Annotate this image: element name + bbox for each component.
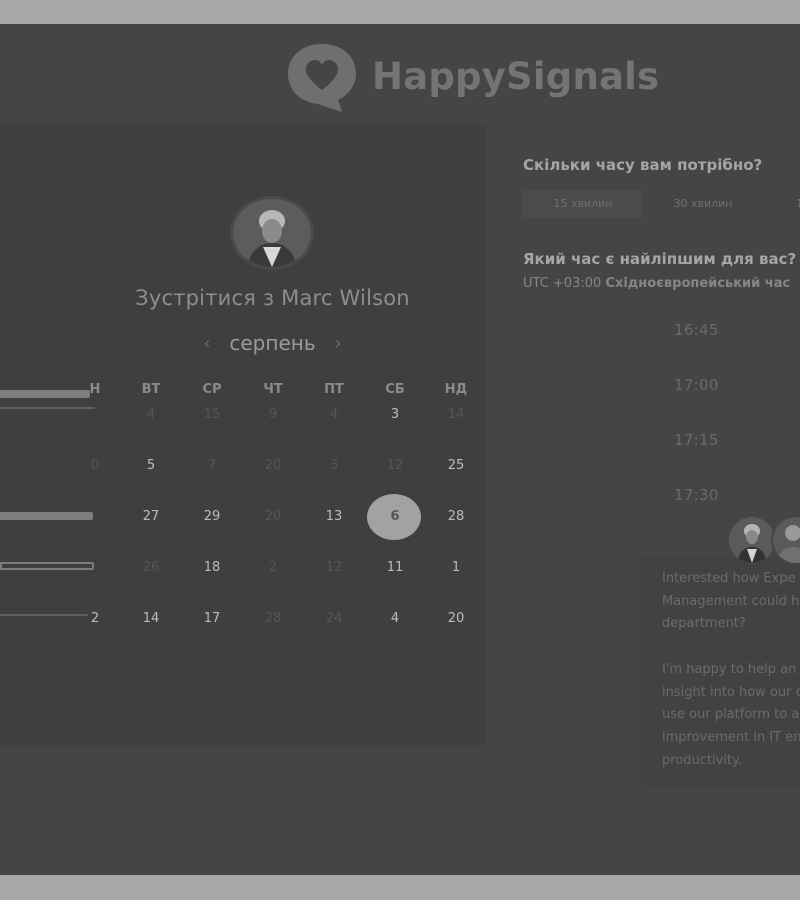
month-label: серпень — [229, 331, 316, 355]
calendar-day[interactable]: 5 — [131, 458, 171, 473]
chevron-right-icon[interactable]: › — [331, 333, 345, 354]
chevron-left-icon[interactable]: ‹ — [200, 333, 214, 354]
calendar-day: 12 — [325, 560, 343, 575]
time-slot[interactable]: 17:30 — [674, 486, 719, 504]
calendar-day: 3 — [329, 458, 339, 473]
calendar-day: 28 — [264, 611, 282, 626]
duration-option-30[interactable]: 30 хвилин — [643, 190, 763, 218]
calendar-day: 7 — [207, 458, 217, 473]
calendar-day: 2 — [268, 560, 278, 575]
redaction-bar — [0, 562, 94, 570]
calendar-day[interactable]: 13 — [314, 509, 354, 524]
calendar-day: 0 — [90, 458, 100, 473]
time-question: Який час є найліпшим для вас? — [523, 250, 797, 268]
calendar-day[interactable]: 25 — [436, 458, 476, 473]
calendar-day[interactable]: 27 — [131, 509, 171, 524]
calendar-day: 4 — [146, 407, 156, 422]
duration-question: Скільки часу вам потрібно? — [523, 156, 763, 174]
chat-message-text: Interested how Expe Management could h d… — [662, 571, 800, 768]
chat-avatars[interactable] — [729, 517, 800, 563]
brand-logo: HappySignals — [284, 40, 659, 112]
calendar-day: 20 — [264, 509, 282, 524]
calendar-day[interactable]: 28 — [436, 509, 476, 524]
duration-options: 15 хвилин 30 хвилин 1 — [523, 190, 800, 218]
time-slot[interactable]: 16:45 — [674, 321, 719, 339]
calendar-day: 24 — [325, 611, 343, 626]
month-navigation: ‹ серпень › — [200, 329, 345, 357]
calendar-day[interactable]: 29 — [192, 509, 232, 524]
calendar-day[interactable]: 14 — [131, 611, 171, 626]
time-slot[interactable]: 17:15 — [674, 431, 719, 449]
duration-option-60[interactable]: 1 — [763, 190, 800, 218]
redaction-bar — [0, 390, 90, 398]
weekday-thu: ЧТ — [263, 382, 283, 397]
redaction-bar — [0, 512, 93, 520]
weekday-wed: СР — [202, 382, 222, 397]
timezone-offset: UTC +03:00 — [523, 276, 602, 291]
calendar-day[interactable]: 18 — [192, 560, 232, 575]
calendar-day: 12 — [386, 458, 404, 473]
weekday-fri: ПТ — [324, 382, 344, 397]
calendar-day: 4 — [329, 407, 339, 422]
calendar-day[interactable]: 17 — [192, 611, 232, 626]
weekday-tue: ВТ — [141, 382, 161, 397]
calendar-day: 20 — [264, 458, 282, 473]
calendar-day: 15 — [203, 407, 221, 422]
time-slot[interactable]: 17:00 — [674, 376, 719, 394]
brand-name: HappySignals — [372, 54, 660, 98]
calendar-day[interactable]: 3 — [375, 407, 415, 422]
calendar-day[interactable]: 1 — [436, 560, 476, 575]
host-avatar — [233, 199, 311, 267]
calendar-day[interactable]: 11 — [375, 560, 415, 575]
calendar-day-selected[interactable]: 6 — [375, 509, 415, 524]
meeting-title: Зустрітися з Marc Wilson — [135, 286, 410, 310]
redaction-bar — [0, 407, 95, 409]
calendar-day: 9 — [268, 407, 278, 422]
heart-speech-bubble-icon — [288, 44, 356, 112]
calendar-day[interactable]: 20 — [436, 611, 476, 626]
chat-avatar — [729, 517, 775, 563]
calendar-day[interactable]: 2 — [75, 611, 115, 626]
weekday-sat: СБ — [385, 382, 405, 397]
calendar-day: 14 — [447, 407, 465, 422]
chat-avatar — [773, 517, 800, 563]
app-frame: HappySignals Зустрітися з Marc Wilson ‹ … — [0, 24, 800, 875]
duration-option-15[interactable]: 15 хвилин — [523, 190, 643, 218]
calendar-day: 26 — [142, 560, 160, 575]
weekday-sun: НД — [444, 382, 468, 397]
timezone-name: Східноєвропейський час — [605, 276, 791, 291]
timezone-label: UTC +03:00 Східноєвропейський час — [523, 276, 790, 291]
calendar-day[interactable]: 4 — [375, 611, 415, 626]
